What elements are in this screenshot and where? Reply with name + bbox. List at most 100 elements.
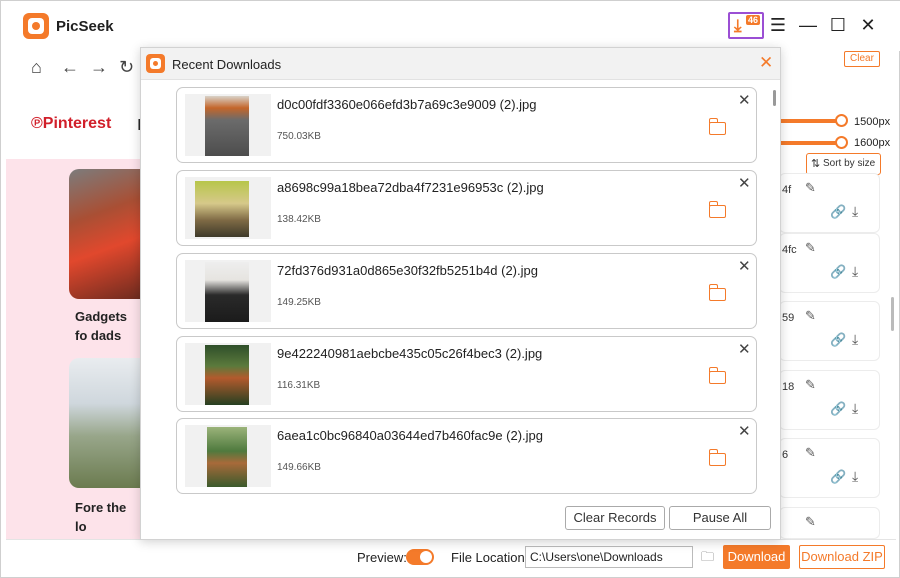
folder-icon[interactable]: 🗀 bbox=[701, 548, 714, 570]
sort-icon: ⇅ bbox=[811, 158, 821, 170]
home-icon[interactable]: ⌂ bbox=[31, 57, 42, 78]
picseek-logo-icon bbox=[146, 54, 165, 73]
edit-icon[interactable]: ✎ bbox=[805, 308, 816, 324]
file-location-label: File Location bbox=[451, 550, 525, 565]
open-folder-icon[interactable] bbox=[709, 449, 726, 466]
close-button[interactable]: ✕ bbox=[857, 14, 879, 36]
download-icon: ⤓ bbox=[734, 16, 742, 35]
download-icon[interactable]: ⤓ bbox=[852, 400, 858, 417]
image-list-item: 4f ✎ 🔗 ⤓ bbox=[779, 173, 880, 233]
remove-item-icon[interactable]: ✕ bbox=[738, 174, 751, 192]
thumbnail-image bbox=[195, 181, 249, 237]
close-icon[interactable]: ✕ bbox=[759, 53, 773, 73]
sort-by-size-button[interactable]: ⇅ Sort by size bbox=[806, 153, 881, 175]
item-name-fragment: 6 bbox=[782, 449, 789, 461]
file-size: 149.25KB bbox=[277, 297, 321, 308]
file-size: 116.31KB bbox=[277, 380, 321, 391]
download-item: a8698c99a18bea72dba4f7231e96953c (2).jpg… bbox=[176, 170, 757, 246]
thumbnail-image bbox=[205, 96, 249, 156]
link-icon[interactable]: 🔗 bbox=[830, 469, 846, 485]
thumbnail-image bbox=[205, 345, 249, 405]
pin-image[interactable] bbox=[69, 358, 141, 488]
edit-icon[interactable]: ✎ bbox=[805, 240, 816, 256]
item-name-fragment: 59 bbox=[782, 312, 795, 324]
app-window: PicSeek ⤓ 46 ☰ — ☐ ✕ ⌂ ← → ↻ Clear ℗Pint… bbox=[0, 0, 900, 578]
file-location-input[interactable] bbox=[525, 546, 693, 568]
app-title: PicSeek bbox=[56, 18, 114, 35]
download-icon[interactable]: ⤓ bbox=[852, 203, 858, 220]
link-icon[interactable]: 🔗 bbox=[830, 401, 846, 417]
site-name: Pinterest bbox=[42, 115, 112, 132]
dialog-title: Recent Downloads bbox=[172, 57, 282, 72]
open-folder-icon[interactable] bbox=[709, 367, 726, 384]
width-slider-handle[interactable] bbox=[835, 114, 848, 127]
thumbnail-image bbox=[205, 262, 249, 322]
image-list-item: 4fc ✎ 🔗 ⤓ bbox=[779, 233, 880, 293]
download-item: 9e422240981aebcbe435c05c26f4bec3 (2).jpg… bbox=[176, 336, 757, 412]
refresh-icon[interactable]: ↻ bbox=[119, 57, 134, 78]
height-slider-value: 1600px bbox=[854, 137, 891, 149]
forward-icon[interactable]: → bbox=[90, 57, 108, 78]
file-name: d0c00fdf3360e066efd3b7a69c3e9009 (2).jpg bbox=[277, 97, 537, 112]
image-list-item: 18 ✎ 🔗 ⤓ bbox=[779, 370, 880, 430]
file-name: 6aea1c0bc96840a03644ed7b460fac9e (2).jpg bbox=[277, 428, 544, 443]
download-item: 6aea1c0bc96840a03644ed7b460fac9e (2).jpg… bbox=[176, 418, 757, 494]
dialog-header: Recent Downloads ✕ bbox=[141, 48, 780, 80]
file-size: 149.66KB bbox=[277, 462, 321, 473]
edit-icon[interactable]: ✎ bbox=[805, 514, 816, 530]
download-icon[interactable]: ⤓ bbox=[852, 263, 858, 280]
remove-item-icon[interactable]: ✕ bbox=[738, 257, 751, 275]
clear-button[interactable]: Clear bbox=[844, 51, 880, 67]
remove-item-icon[interactable]: ✕ bbox=[738, 422, 751, 440]
link-icon[interactable]: 🔗 bbox=[830, 204, 846, 220]
image-list-item: 59 ✎ 🔗 ⤓ bbox=[779, 301, 880, 361]
download-button[interactable]: Download bbox=[723, 545, 790, 569]
recent-downloads-dialog: Recent Downloads ✕ d0c00fdf3360e066efd3b… bbox=[140, 47, 781, 540]
file-size: 750.03KB bbox=[277, 131, 321, 142]
height-slider-handle[interactable] bbox=[835, 136, 848, 149]
download-icon[interactable]: ⤓ bbox=[852, 468, 858, 485]
link-icon[interactable]: 🔗 bbox=[830, 332, 846, 348]
open-folder-icon[interactable] bbox=[709, 118, 726, 135]
preview-label: Preview: bbox=[357, 550, 407, 565]
open-folder-icon[interactable] bbox=[709, 201, 726, 218]
download-icon[interactable]: ⤓ bbox=[852, 331, 858, 348]
scrollbar[interactable] bbox=[891, 297, 894, 331]
dialog-scrollbar[interactable] bbox=[773, 90, 776, 106]
menu-button[interactable]: ☰ bbox=[767, 14, 789, 36]
download-count-badge: 46 bbox=[745, 15, 760, 25]
download-zip-button[interactable]: Download ZIP bbox=[799, 545, 885, 569]
file-name: a8698c99a18bea72dba4f7231e96953c (2).jpg bbox=[277, 180, 544, 195]
link-icon[interactable]: 🔗 bbox=[830, 264, 846, 280]
edit-icon[interactable]: ✎ bbox=[805, 180, 816, 196]
minimize-button[interactable]: — bbox=[797, 14, 819, 36]
clear-records-button[interactable]: Clear Records bbox=[565, 506, 665, 530]
title-bar: PicSeek ⤓ 46 ☰ — ☐ ✕ bbox=[1, 1, 900, 51]
remove-item-icon[interactable]: ✕ bbox=[738, 340, 751, 358]
maximize-button[interactable]: ☐ bbox=[827, 14, 849, 36]
pinterest-icon: ℗ bbox=[31, 115, 43, 132]
downloads-button[interactable]: ⤓ 46 bbox=[728, 12, 764, 39]
thumbnail-image bbox=[207, 427, 247, 487]
picseek-logo-icon bbox=[23, 13, 49, 39]
pinterest-logo[interactable]: ℗Pinterest bbox=[31, 115, 111, 133]
pin-caption: Fore the lo bbox=[75, 500, 127, 534]
preview-toggle[interactable] bbox=[406, 549, 434, 565]
edit-icon[interactable]: ✎ bbox=[805, 445, 816, 461]
open-folder-icon[interactable] bbox=[709, 284, 726, 301]
image-list-item: 6 ✎ 🔗 ⤓ bbox=[779, 438, 880, 498]
file-name: 9e422240981aebcbe435c05c26f4bec3 (2).jpg bbox=[277, 346, 543, 361]
back-icon[interactable]: ← bbox=[61, 57, 79, 78]
item-name-fragment: 4f bbox=[782, 184, 792, 196]
width-slider-track[interactable] bbox=[779, 119, 841, 123]
download-item: d0c00fdf3360e066efd3b7a69c3e9009 (2).jpg… bbox=[176, 87, 757, 163]
pin-caption: Gadgets fo dads bbox=[75, 309, 128, 343]
edit-icon[interactable]: ✎ bbox=[805, 377, 816, 393]
height-slider-track[interactable] bbox=[779, 141, 841, 145]
remove-item-icon[interactable]: ✕ bbox=[738, 91, 751, 109]
width-slider-value: 1500px bbox=[854, 116, 891, 128]
download-item: 72fd376d931a0d865e30f32fb5251b4d (2).jpg… bbox=[176, 253, 757, 329]
pin-image[interactable] bbox=[69, 169, 141, 299]
pause-all-button[interactable]: Pause All bbox=[669, 506, 771, 530]
item-name-fragment: 4fc bbox=[782, 244, 797, 256]
